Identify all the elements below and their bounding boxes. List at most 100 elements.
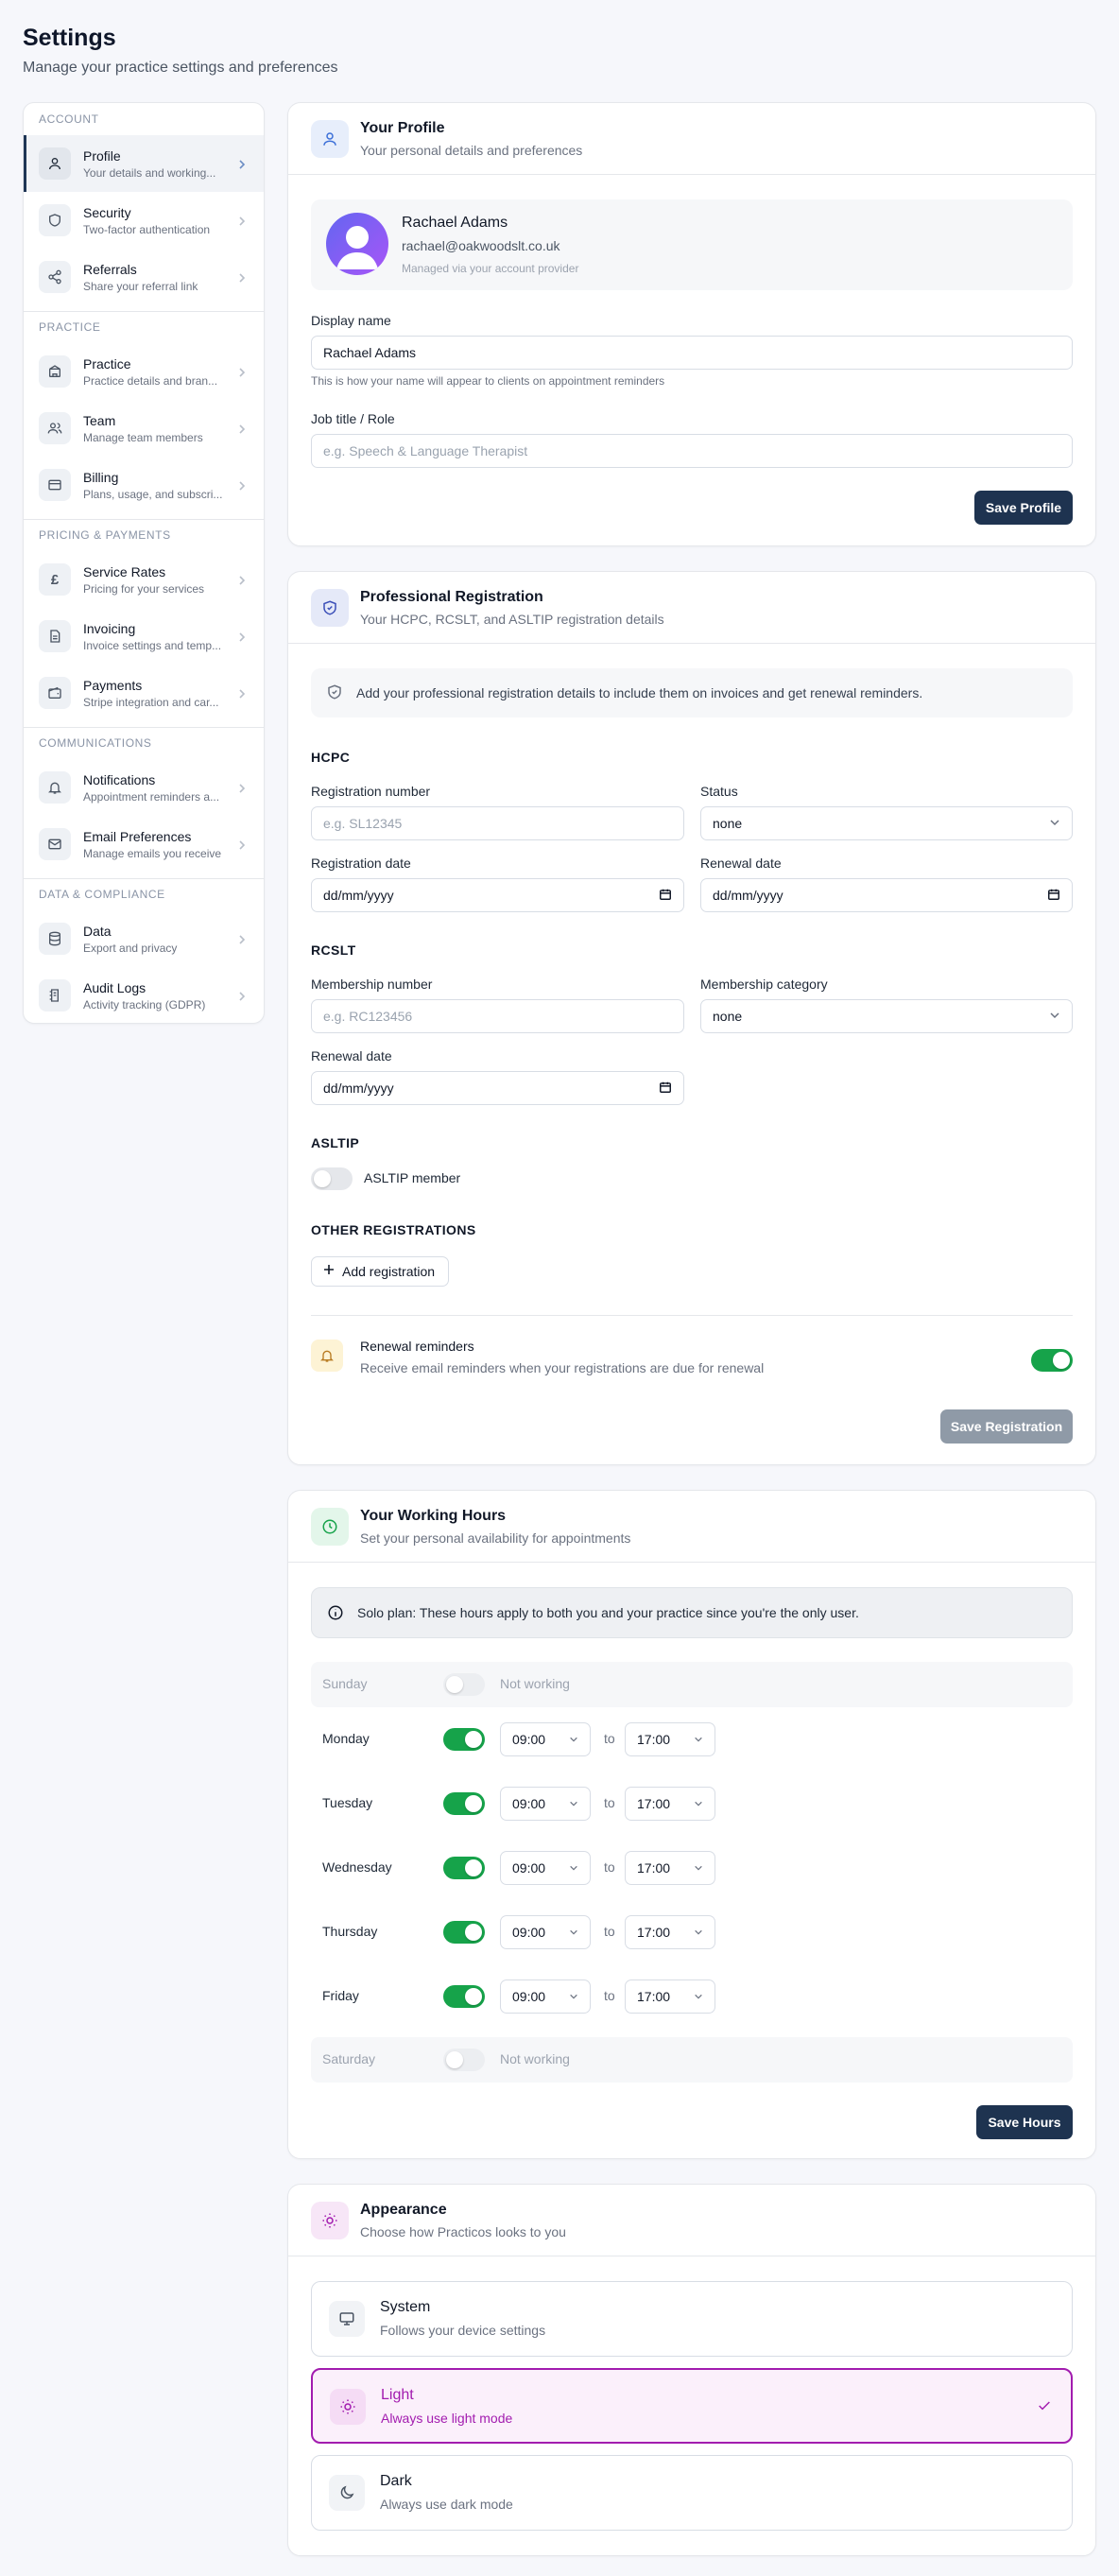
appearance-option-light[interactable]: Light Always use light mode (311, 2368, 1073, 2444)
clock-icon (311, 1508, 349, 1546)
chevron-down-icon (694, 1796, 703, 1811)
sidebar-item-team[interactable]: Team Manage team members (24, 400, 264, 457)
job-title-input[interactable] (311, 434, 1073, 468)
chevron-right-icon (237, 574, 247, 591)
sidebar-item-service-rates[interactable]: £ Service Rates Pricing for your services (24, 551, 264, 608)
option-desc: Always use dark mode (380, 2497, 513, 2512)
day-toggle[interactable] (443, 1985, 485, 2008)
membership-category-label: Membership category (700, 977, 828, 992)
add-registration-button[interactable]: Add registration (311, 1256, 449, 1287)
sidebar-item-label: Referrals (83, 261, 137, 277)
info-text: Add your professional registration detai… (356, 685, 923, 700)
sidebar-item-security[interactable]: Security Two-factor authentication (24, 192, 264, 249)
to-label: to (604, 1859, 615, 1875)
start-time: 09:00 (512, 1860, 546, 1876)
end-time-select[interactable]: 17:00 (625, 1851, 715, 1885)
end-time-select[interactable]: 17:00 (625, 1787, 715, 1821)
end-time-select[interactable]: 17:00 (625, 1980, 715, 2014)
status-select[interactable]: none (700, 806, 1073, 840)
day-toggle[interactable] (443, 1728, 485, 1751)
page-title: Settings (23, 25, 116, 51)
chevron-down-icon (1049, 1009, 1060, 1024)
sidebar-item-billing[interactable]: Billing Plans, usage, and subscri... (24, 457, 264, 513)
asltip-toggle[interactable] (311, 1167, 353, 1190)
to-label: to (604, 1924, 615, 1939)
toggle-knob (465, 1731, 482, 1748)
start-time-select[interactable]: 09:00 (500, 1851, 591, 1885)
profile-email: rachael@oakwoodslt.co.uk (402, 238, 560, 253)
mail-icon (39, 828, 71, 860)
end-time: 17:00 (637, 1732, 671, 1747)
day-name: Monday (322, 1731, 370, 1746)
renewal-date-label: Renewal date (700, 856, 782, 871)
sidebar-item-invoicing[interactable]: Invoicing Invoice settings and temp... (24, 608, 264, 665)
day-toggle[interactable] (443, 1921, 485, 1944)
save-profile-button[interactable]: Save Profile (974, 491, 1073, 525)
start-time-select[interactable]: 09:00 (500, 1722, 591, 1756)
sidebar-item-data[interactable]: Data Export and privacy (24, 910, 264, 967)
display-name-input[interactable] (311, 336, 1073, 370)
renewal-reminders-toggle[interactable] (1031, 1349, 1073, 1372)
sidebar-item-label: Audit Logs (83, 979, 146, 995)
registration-date-input[interactable]: dd/mm/yyyy (311, 878, 684, 912)
end-time-select[interactable]: 17:00 (625, 1722, 715, 1756)
sidebar-item-label: Billing (83, 469, 119, 485)
membership-number-label: Membership number (311, 977, 433, 992)
sun-icon (311, 2202, 349, 2239)
save-hours-button[interactable]: Save Hours (976, 2105, 1073, 2139)
sidebar-item-practice[interactable]: Practice Practice details and bran... (24, 343, 264, 400)
day-toggle[interactable] (443, 2049, 485, 2071)
card-header: Your Working Hours Set your personal ava… (288, 1491, 1095, 1563)
start-time-select[interactable]: 09:00 (500, 1915, 591, 1949)
rcslt-renewal-date-input[interactable]: dd/mm/yyyy (311, 1071, 684, 1105)
registration-number-input[interactable] (311, 806, 684, 840)
appearance-option-dark[interactable]: Dark Always use dark mode (311, 2455, 1073, 2531)
sidebar-item-payments[interactable]: Payments Stripe integration and car... (24, 665, 264, 721)
toggle-knob (465, 1795, 482, 1812)
option-desc: Follows your device settings (380, 2323, 546, 2338)
not-working-label: Not working (500, 2051, 570, 2066)
sidebar-divider (24, 727, 264, 728)
sidebar-item-email-preferences[interactable]: Email Preferences Manage emails you recei… (24, 816, 264, 873)
day-toggle[interactable] (443, 1792, 485, 1815)
shield-icon (326, 683, 343, 705)
membership-number-input[interactable] (311, 999, 684, 1033)
appearance-option-system[interactable]: System Follows your device settings (311, 2281, 1073, 2357)
pound-icon: £ (39, 563, 71, 596)
sidebar-item-profile[interactable]: Profile Your details and working... (24, 135, 264, 192)
chevron-right-icon (237, 687, 247, 704)
renewal-reminders-desc: Receive email reminders when your regist… (360, 1360, 765, 1375)
membership-category-select[interactable]: none (700, 999, 1073, 1033)
user-icon (311, 120, 349, 158)
toggle-knob (465, 1924, 482, 1941)
hcpc-heading: HCPC (311, 750, 351, 765)
sidebar-item-label: Data (83, 923, 112, 939)
sidebar-item-label: Notifications (83, 771, 156, 787)
registration-card: Professional Registration Your HCPC, RCS… (287, 571, 1096, 1465)
start-time-select[interactable]: 09:00 (500, 1787, 591, 1821)
sidebar-item-audit-logs[interactable]: Audit Logs Activity tracking (GDPR) (24, 967, 264, 1023)
chevron-down-icon (569, 1925, 578, 1940)
sidebar-item-referrals[interactable]: Referrals Share your referral link (24, 249, 264, 305)
toggle-knob (314, 1170, 331, 1187)
chevron-right-icon (237, 782, 247, 799)
to-label: to (604, 1795, 615, 1810)
chevron-down-icon (569, 1796, 578, 1811)
chevron-right-icon (237, 366, 247, 383)
day-toggle[interactable] (443, 1857, 485, 1879)
day-toggle[interactable] (443, 1673, 485, 1696)
check-icon (1037, 2398, 1052, 2418)
monitor-icon (329, 2301, 365, 2337)
sidebar-item-notifications[interactable]: Notifications Appointment reminders a... (24, 759, 264, 816)
document-icon (39, 620, 71, 652)
sidebar-item-label: Service Rates (83, 563, 166, 579)
renewal-date-input[interactable]: dd/mm/yyyy (700, 878, 1073, 912)
end-time-select[interactable]: 17:00 (625, 1915, 715, 1949)
day-name: Friday (322, 1988, 359, 2003)
sidebar-heading-practice: PRACTICE (39, 320, 101, 334)
save-registration-button[interactable]: Save Registration (940, 1409, 1073, 1444)
chevron-down-icon (694, 1732, 703, 1747)
start-time-select[interactable]: 09:00 (500, 1980, 591, 2014)
card-header: Your Profile Your personal details and p… (288, 103, 1095, 175)
sidebar-item-label: Practice (83, 355, 131, 372)
